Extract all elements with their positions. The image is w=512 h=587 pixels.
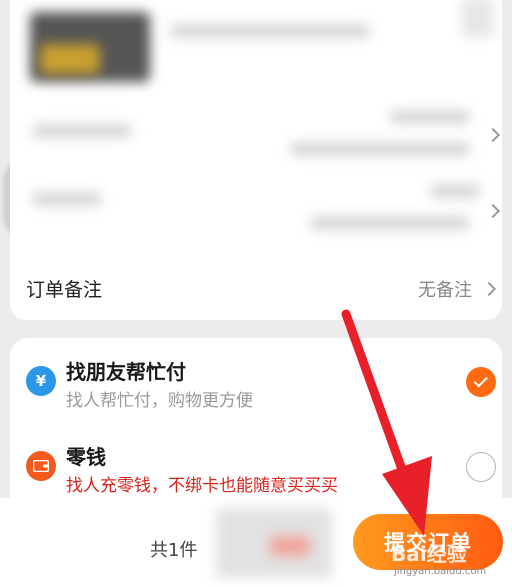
payment-option-subtitle: 找人帮忙付，购物更方便 [66, 391, 253, 411]
info-row-sub-blur [290, 142, 470, 156]
info-row-value-blur [430, 184, 480, 198]
info-row-label-blur [32, 192, 102, 206]
payment-options-card: ¥ 找朋友帮忙付 找人帮忙付，购物更方便 零钱 找人充零钱，不绑卡也能随意买买买 [10, 338, 502, 508]
payment-option-title: 找朋友帮忙付 [66, 360, 186, 384]
info-row-value-blur [390, 110, 470, 124]
order-info-card: 订单备注 无备注 [10, 0, 502, 320]
order-remark-label: 订单备注 [26, 279, 103, 301]
selected-check-icon[interactable] [466, 367, 496, 397]
wallet-icon [26, 451, 56, 481]
blurred-price-accent [270, 536, 310, 556]
blurred-control [462, 0, 494, 38]
friend-pay-icon: ¥ [26, 366, 56, 396]
product-thumbnail-detail [40, 44, 100, 74]
watermark-brand: Bai经验 [391, 542, 467, 566]
chevron-right-icon[interactable] [485, 203, 501, 219]
unselected-radio-icon[interactable] [466, 452, 496, 482]
watermark-url: jingyan.baidu.com [394, 566, 487, 577]
product-title-blur [170, 24, 370, 38]
payment-option-subtitle: 找人充零钱，不绑卡也能随意买买买 [66, 476, 338, 496]
order-remark-value: 无备注 [418, 280, 472, 301]
item-count: 共1件 [150, 540, 198, 561]
payment-option-title: 零钱 [66, 445, 106, 469]
chevron-right-icon [481, 281, 497, 297]
info-row-label-blur [32, 124, 132, 138]
info-row-sub-blur [310, 216, 470, 230]
chevron-right-icon[interactable] [485, 127, 501, 143]
